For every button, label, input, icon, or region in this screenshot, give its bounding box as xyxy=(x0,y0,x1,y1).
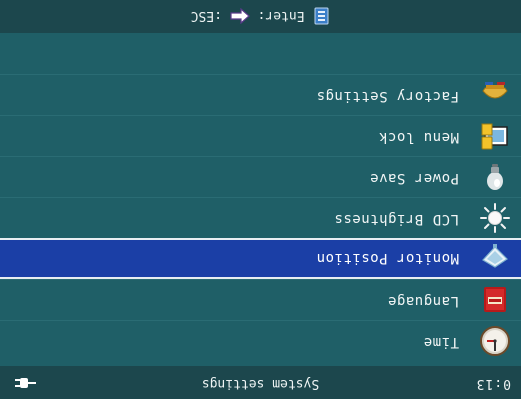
menu-item-time[interactable]: Time xyxy=(0,320,521,361)
menu-item-label: Monitor Position xyxy=(316,250,459,266)
lock-screen-icon xyxy=(481,123,508,150)
menu-item-lcd-brightness[interactable]: LCD Brightness xyxy=(0,197,521,238)
key-hint-bar: Enter: :ESC xyxy=(0,0,521,33)
clock-icon xyxy=(480,326,510,356)
monitor-position-icon xyxy=(482,244,508,268)
page-title: System settings xyxy=(201,376,320,391)
power-plug-icon xyxy=(15,378,36,388)
enter-key-label: Enter xyxy=(265,8,305,24)
menu-item-label: Language xyxy=(387,293,459,309)
sun-icon xyxy=(480,203,510,233)
menu-item-monitor-position[interactable]: Monitor Position xyxy=(0,238,521,279)
menu-item-power-save[interactable]: Power Save xyxy=(0,156,521,197)
esc-key-separator: : xyxy=(214,8,222,24)
enter-key-icon xyxy=(314,7,329,25)
lightbulb-icon xyxy=(487,164,503,190)
menu-item-label: Menu lock xyxy=(378,129,459,145)
menu-item-label: LCD Brightness xyxy=(333,211,459,227)
back-arrow-icon xyxy=(230,8,250,24)
menu-item-language[interactable]: Language xyxy=(0,279,521,320)
menu-item-label: Power Save xyxy=(369,170,459,186)
factory-tools-icon xyxy=(482,82,508,99)
key-hints: Enter: :ESC xyxy=(0,7,521,25)
dictionary-icon xyxy=(484,287,506,312)
menu-item-factory-settings[interactable]: Factory Settings xyxy=(0,74,521,115)
esc-key-label: ESC xyxy=(190,8,215,24)
enter-key-separator: : xyxy=(257,8,266,24)
menu-item-label: Factory Settings xyxy=(316,88,459,104)
status-bar: 0:13 System settings xyxy=(0,366,521,399)
screen-rotated-180: 0:13 System settings Time Language Monit… xyxy=(0,0,521,399)
menu-item-menu-lock[interactable]: Menu lock xyxy=(0,115,521,156)
menu-item-label: Time xyxy=(423,334,459,350)
